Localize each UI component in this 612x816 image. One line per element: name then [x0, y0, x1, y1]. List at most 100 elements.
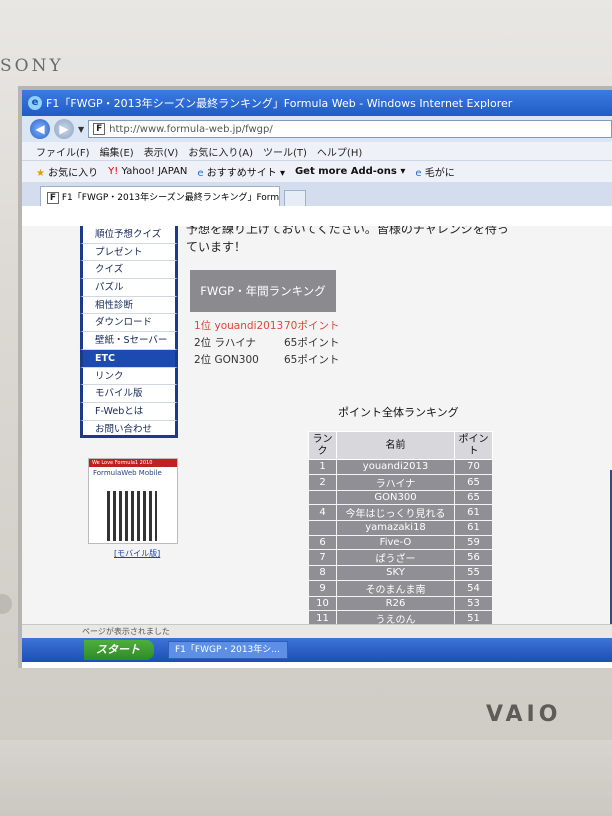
name-cell: 今年はじっくり見れる — [336, 504, 455, 521]
menu-file[interactable]: ファイル(F) — [36, 144, 90, 159]
page-content: 順位予想クイズ プレゼント クイズ パズル 相性診断 ダウンロード 壁紙・Sセー… — [22, 226, 612, 624]
site-favicon-icon: F — [93, 123, 106, 135]
menu-edit[interactable]: 編集(E) — [100, 144, 134, 159]
name-cell: youandi2013 — [336, 459, 455, 475]
points-cell: 65 — [454, 473, 493, 491]
annual-ranking-heading: FWGP・年間ランキング — [190, 270, 336, 312]
tab-row: F F1「FWGP・2013年シーズン最終ランキング」Formula ... — [22, 182, 612, 206]
points-cell: 65 — [454, 489, 493, 505]
annual-rank-2: 2位 ラハイナ 65ポイント — [194, 337, 340, 349]
menu-view[interactable]: 表示(V) — [144, 144, 179, 159]
monitor-bezel: SONY e F1「FWGP・2013年シーズン最終ランキング」Formula … — [0, 0, 612, 740]
rank-cell: 11 — [308, 610, 337, 624]
tab-current[interactable]: F F1「FWGP・2013年シーズン最終ランキング」Formula ... — [40, 186, 280, 206]
sidebar-item-contact[interactable]: お問い合わせ — [80, 420, 178, 439]
sidebar-item-compatibility[interactable]: 相性診断 — [80, 296, 178, 315]
vaio-logo: VAIO — [486, 702, 562, 727]
sidebar-item-puzzle[interactable]: パズル — [80, 279, 178, 297]
yahoo-icon: Y! — [108, 166, 119, 177]
favorites-button[interactable]: ★ お気に入り — [36, 164, 98, 179]
table-row: 10 R26 53 — [308, 595, 493, 611]
address-bar[interactable]: F http://www.formula-web.jp/fwgp/ — [88, 120, 612, 138]
favorites-bar: ★ お気に入り Y! Yahoo! JAPAN e おすすめサイト ▾ Get … — [22, 160, 612, 182]
sidebar-item-quiz-prediction[interactable]: 順位予想クイズ — [80, 226, 178, 244]
mobile-qr-banner[interactable]: We Love Formula1 2010 FormulaWeb Mobile — [88, 458, 178, 544]
screen: e F1「FWGP・2013年シーズン最終ランキング」Formula Web -… — [18, 86, 612, 668]
name-cell: Five-O — [336, 534, 455, 550]
back-button[interactable]: ◀ — [30, 119, 50, 139]
sony-logo: SONY — [0, 56, 64, 76]
name-cell: ぱうざー — [336, 549, 455, 566]
name-cell: SKY — [336, 565, 455, 581]
taskbar: スタート F1「FWGP・2013年シ... — [22, 638, 612, 662]
star-icon: ★ — [36, 168, 45, 179]
table-row: yamazaki18 61 — [308, 520, 493, 536]
name-cell: R26 — [336, 595, 455, 611]
taskbar-item-ie[interactable]: F1「FWGP・2013年シ... — [168, 641, 288, 659]
table-row: 8 SKY 55 — [308, 565, 493, 581]
mobile-version-link[interactable]: [モバイル版] — [114, 548, 160, 559]
new-tab-button[interactable] — [284, 190, 306, 206]
rank-cell — [308, 489, 337, 505]
points-cell: 61 — [454, 504, 493, 521]
fav-kegani[interactable]: e 毛がに — [415, 164, 454, 179]
sidebar-item-quiz[interactable]: クイズ — [80, 261, 178, 280]
points-cell: 70 — [454, 459, 493, 475]
table-row: 7 ぱうざー 56 — [308, 549, 493, 566]
rank-cell: 8 — [308, 565, 337, 581]
history-dropdown-icon[interactable]: ▼ — [78, 125, 84, 134]
rank-cell: 7 — [308, 549, 337, 566]
menu-tools[interactable]: ツール(T) — [263, 144, 307, 159]
menu-favorites[interactable]: お気に入り(A) — [188, 144, 253, 159]
rank-cell: 4 — [308, 504, 337, 521]
table-row: 4 今年はじっくり見れる 61 — [308, 504, 493, 521]
points-cell: 53 — [454, 595, 493, 611]
table-row: 2 ラハイナ 65 — [308, 473, 493, 491]
sidebar-item-link[interactable]: リンク — [80, 367, 178, 386]
qr-banner-header: We Love Formula1 2010 — [89, 459, 177, 467]
sidebar-item-download[interactable]: ダウンロード — [80, 314, 178, 333]
address-row: ◀ ▶ ▼ F http://www.formula-web.jp/fwgp/ — [22, 116, 612, 142]
forward-button[interactable]: ▶ — [54, 119, 74, 139]
ranking-rows: 1 youandi2013 70 2 ラハイナ 65 GON300 65 4 今年はじっくり見れる… — [308, 459, 493, 624]
points-cell: 61 — [454, 520, 493, 536]
col-header-rank: ランク — [308, 431, 337, 460]
points-cell: 51 — [454, 610, 493, 624]
menu-bar: ファイル(F) 編集(E) 表示(V) お気に入り(A) ツール(T) ヘルプ(… — [22, 142, 612, 160]
sidebar-nav: 順位予想クイズ プレゼント クイズ パズル 相性診断 ダウンロード 壁紙・Sセー… — [80, 226, 178, 439]
fav-addons[interactable]: Get more Add-ons ▾ — [295, 166, 405, 177]
sidebar-item-mobile[interactable]: モバイル版 — [80, 385, 178, 403]
sidebar-item-present[interactable]: プレゼント — [80, 243, 178, 262]
start-button[interactable]: スタート — [84, 640, 154, 660]
sidebar-item-etc[interactable]: ETC — [80, 349, 178, 368]
name-cell: ラハイナ — [336, 473, 455, 491]
qr-code-icon — [107, 491, 157, 541]
points-cell: 54 — [454, 579, 493, 597]
overall-ranking-table: ランク 名前 ポイント 1 youandi2013 70 2 ラハイナ 65 GON300 6… — [308, 431, 493, 624]
rank-cell: 6 — [308, 534, 337, 550]
ie-icon: e — [197, 168, 204, 179]
qr-banner-logo: FormulaWeb Mobile — [93, 469, 162, 477]
intro-text: 予想を練り上げておいてください。皆様のチャレンジを待っています！ — [186, 226, 509, 254]
name-cell: うえのん — [336, 610, 455, 624]
window-title-bar: e F1「FWGP・2013年シーズン最終ランキング」Formula Web -… — [22, 90, 612, 116]
tab-favicon-icon: F — [47, 192, 59, 204]
window-title: F1「FWGP・2013年シーズン最終ランキング」Formula Web - W… — [46, 97, 513, 110]
table-row: 1 youandi2013 70 — [308, 459, 493, 475]
status-bar: ページが表示されました — [22, 624, 612, 638]
table-row: 11 うえのん 51 — [308, 610, 493, 624]
name-cell: そのまんま南 — [336, 579, 455, 597]
sidebar-item-about[interactable]: F-Webとは — [80, 402, 178, 421]
fav-yahoo[interactable]: Y! Yahoo! JAPAN — [108, 166, 187, 177]
menu-help[interactable]: ヘルプ(H) — [317, 144, 362, 159]
sidebar-item-wallpaper[interactable]: 壁紙・Sセーバー — [80, 332, 178, 350]
col-header-points: ポイント — [454, 431, 493, 460]
annual-ranking-list: 1位 youandi201370ポイント 2位 ラハイナ 65ポイント 2位 GO… — [194, 318, 339, 369]
power-led — [0, 594, 12, 614]
table-row: GON300 65 — [308, 489, 493, 505]
fav-suggested-sites[interactable]: e おすすめサイト ▾ — [197, 164, 285, 179]
points-cell: 55 — [454, 565, 493, 581]
ie-icon: e — [415, 168, 422, 179]
name-cell: yamazaki18 — [336, 520, 455, 536]
rank-cell: 10 — [308, 595, 337, 611]
